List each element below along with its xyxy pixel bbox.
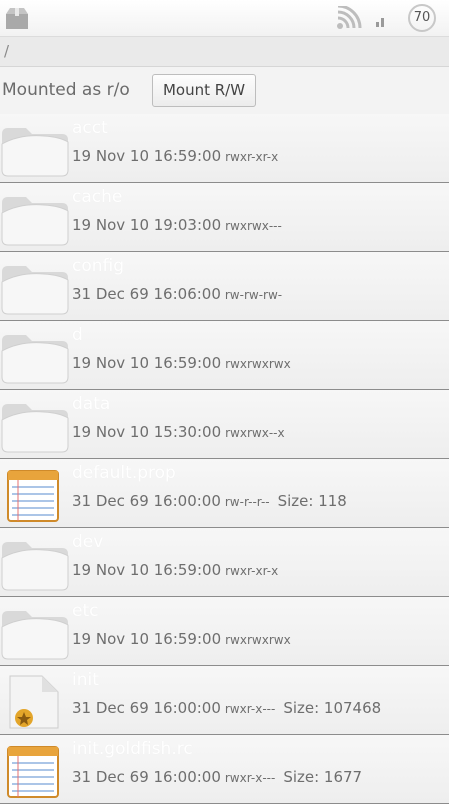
file-date: 19 Nov 10 16:59:00 [72,630,222,648]
file-row[interactable]: data 19 Nov 10 15:30:00 rwxrwx--x [0,390,449,459]
file-permissions: rwxrwxrwx [225,357,291,371]
folder-icon [0,327,70,385]
file-details: 19 Nov 10 16:59:00 rwxr-xr-x [72,561,278,579]
file-details: 31 Dec 69 16:00:00 rwxr-x--- Size: 1677 [72,768,362,786]
file-details: 19 Nov 10 19:03:00 rwxrwx--- [72,216,282,234]
file-permissions: rw-rw-rw- [224,288,283,302]
file-permissions: rwxr-xr-x [225,150,279,164]
text-file-icon [0,465,70,523]
file-row[interactable]: init.goldfish.rc 31 Dec 69 16:00:00 rwxr-x… [0,735,449,804]
file-row[interactable]: config 31 Dec 69 16:06:00 rw-rw-rw- [0,252,449,321]
package-icon [6,8,28,29]
file-details: 19 Nov 10 16:59:00 rwxrwxrwx [72,630,291,648]
folder-icon [0,258,70,316]
file-row[interactable]: cache 19 Nov 10 19:03:00 rwxrwx--- [0,183,449,252]
folder-icon [0,189,70,247]
text-file-icon [0,741,70,799]
file-permissions: rwxr-xr-x [225,564,279,578]
file-details: 31 Dec 69 16:06:00 rw-rw-rw- [72,285,282,303]
file-date: 19 Nov 10 16:59:00 [72,561,222,579]
battery-indicator: 70 [408,4,436,32]
file-date: 31 Dec 69 16:00:00 [72,768,221,786]
file-date: 19 Nov 10 16:59:00 [72,354,222,372]
file-permissions: rwxrwx--x [225,426,285,440]
mount-row: Mounted as r/o Mount R/W [0,70,449,114]
file-date: 19 Nov 10 19:03:00 [72,216,222,234]
file-details: 19 Nov 10 16:59:00 rwxrwxrwx [72,354,291,372]
file-name: etc [72,601,99,621]
file-name: dev [72,532,104,552]
file-details: 31 Dec 69 16:00:00 rwxr-x--- Size: 107468 [72,699,381,717]
file-details: 19 Nov 10 15:30:00 rwxrwx--x [72,423,285,441]
file-permissions: rw-r--r-- [224,495,270,509]
executable-file-icon [0,672,70,730]
mount-status-label: Mounted as r/o [2,80,130,100]
path-bar[interactable]: / [0,37,449,67]
file-date: 31 Dec 69 16:00:00 [72,492,221,510]
file-name: default.prop [72,463,176,483]
file-date: 31 Dec 69 16:06:00 [72,285,221,303]
file-size: Size: 118 [277,492,347,510]
file-row[interactable]: acct 19 Nov 10 16:59:00 rwxr-xr-x [0,114,449,183]
file-row[interactable]: d 19 Nov 10 16:59:00 rwxrwxrwx [0,321,449,390]
file-name: cache [72,187,123,207]
file-name: init [72,670,99,690]
file-row[interactable]: etc 19 Nov 10 16:59:00 rwxrwxrwx [0,597,449,666]
folder-icon [0,534,70,592]
folder-icon [0,120,70,178]
file-details: 31 Dec 69 16:00:00 rw-r--r-- Size: 118 [72,492,347,510]
status-bar: 70 [0,0,449,37]
folder-icon [0,603,70,661]
file-size: Size: 107468 [283,699,382,717]
file-row[interactable]: init 31 Dec 69 16:00:00 rwxr-x--- Size: 107… [0,666,449,735]
file-name: config [72,256,125,276]
file-permissions: rwxr-x--- [224,771,276,785]
mount-rw-button[interactable]: Mount R/W [152,74,256,107]
file-name: acct [72,118,108,138]
file-date: 19 Nov 10 16:59:00 [72,147,222,165]
file-name: data [72,394,111,414]
file-date: 31 Dec 69 16:00:00 [72,699,221,717]
file-permissions: rwxrwx--- [225,219,282,233]
file-details: 19 Nov 10 16:59:00 rwxr-xr-x [72,147,278,165]
file-row[interactable]: dev 19 Nov 10 16:59:00 rwxr-xr-x [0,528,449,597]
cell-signal-icon [376,18,384,27]
file-size: Size: 1677 [283,768,363,786]
folder-icon [0,396,70,454]
rss-signal-icon [337,6,362,29]
file-permissions: rwxr-x--- [224,702,276,716]
file-row[interactable]: default.prop 31 Dec 69 16:00:00 rw-r--r-- S… [0,459,449,528]
file-permissions: rwxrwxrwx [225,633,291,647]
file-name: d [72,325,83,345]
file-date: 19 Nov 10 15:30:00 [72,423,222,441]
file-name: init.goldfish.rc [72,739,193,759]
